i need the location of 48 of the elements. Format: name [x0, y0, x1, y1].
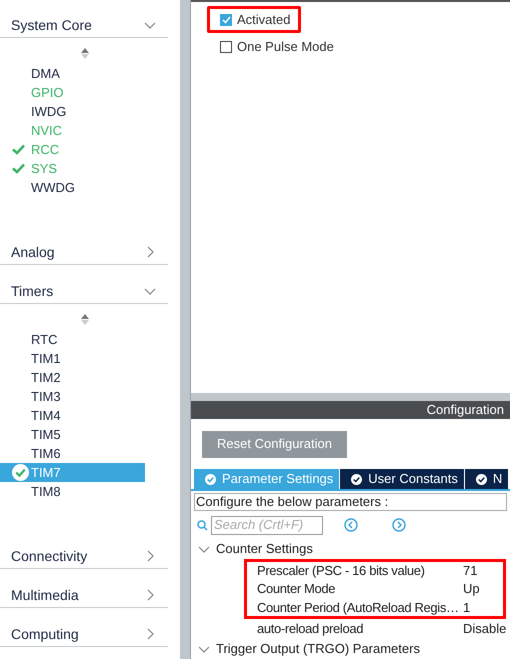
- sidebar-item[interactable]: RTC: [0, 330, 145, 349]
- checkbox[interactable]: [220, 40, 232, 52]
- sidebar-item[interactable]: TIM4: [0, 406, 145, 425]
- tab[interactable]: N: [464, 469, 510, 489]
- category-header[interactable]: System Core: [0, 13, 168, 38]
- parameter-name: auto-reload preload: [257, 620, 364, 638]
- group-header[interactable]: Trigger Output (TRGO) Parameters: [191, 639, 510, 659]
- tab[interactable]: User Constants: [340, 469, 465, 489]
- sidebar-item[interactable]: TIM3: [0, 387, 145, 406]
- hint-text: Configure the below parameters :: [194, 493, 507, 511]
- check-icon: [12, 144, 25, 155]
- parameter-name: Prescaler (PSC - 16 bits value): [257, 562, 426, 580]
- search-field[interactable]: Search (Crtl+F): [211, 516, 323, 534]
- search-icon: [197, 520, 208, 530]
- parameter-name: Counter Mode: [257, 580, 336, 598]
- scroll-arrows-icon[interactable]: [80, 314, 88, 325]
- parameter-value[interactable]: Disable: [463, 619, 506, 639]
- sidebar-item[interactable]: TIM6: [0, 444, 145, 463]
- scrollbar-track[interactable]: [180, 0, 190, 659]
- group-header[interactable]: Counter Settings: [191, 539, 510, 559]
- sidebar-item[interactable]: IWDG: [0, 102, 145, 121]
- category-header[interactable]: Analog: [0, 240, 168, 265]
- panel-title-bar: Configuration: [191, 401, 510, 419]
- parameter-value[interactable]: 1: [463, 598, 470, 618]
- check-circle-icon: [205, 474, 216, 484]
- category-header[interactable]: Connectivity: [0, 544, 168, 569]
- sidebar-item[interactable]: TIM8: [0, 482, 145, 501]
- parameter-value[interactable]: 71: [463, 560, 478, 580]
- sidebar-item[interactable]: TIM1: [0, 349, 145, 368]
- sidebar-item[interactable]: TIM5: [0, 425, 145, 444]
- previous-icon[interactable]: [344, 518, 358, 532]
- check-circle-icon: [351, 474, 362, 484]
- next-icon[interactable]: [392, 518, 406, 532]
- checkbox[interactable]: [220, 14, 232, 26]
- sidebar-item[interactable]: WWDG: [0, 178, 145, 197]
- scroll-arrows-icon[interactable]: [80, 48, 88, 59]
- check-circle-icon: [476, 474, 487, 484]
- sidebar-item[interactable]: TIM2: [0, 368, 145, 387]
- category-header[interactable]: Timers: [0, 279, 168, 304]
- checkbox-option[interactable]: Activated: [220, 10, 290, 30]
- category-header[interactable]: Computing: [0, 622, 168, 647]
- category-header[interactable]: Multimedia: [0, 583, 168, 608]
- parameter-name: Counter Period (AutoReload Regis…: [257, 598, 460, 617]
- check-circle-icon: [12, 464, 29, 481]
- sidebar-item[interactable]: DMA: [0, 64, 145, 83]
- parameter-value[interactable]: Up: [463, 579, 480, 599]
- checkbox-option[interactable]: One Pulse Mode: [220, 36, 334, 56]
- check-icon: [12, 163, 25, 174]
